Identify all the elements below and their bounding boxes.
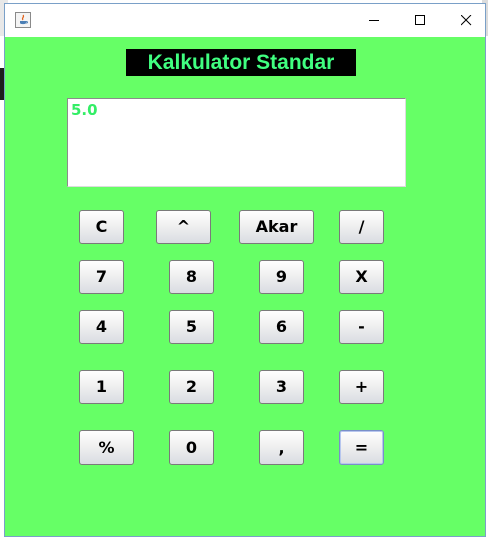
multiply-button[interactable]: X [339,260,384,294]
digit-3-button[interactable]: 3 [259,370,304,404]
calculator-panel: Kalkulator Standar 5.0 C ^ Akar / 7 8 9 … [5,37,485,536]
maximize-icon [415,15,425,25]
percent-button[interactable]: % [79,430,134,465]
calculator-window: Kalkulator Standar 5.0 C ^ Akar / 7 8 9 … [4,3,486,537]
digit-2-button[interactable]: 2 [169,370,214,404]
minus-button[interactable]: - [339,310,384,344]
divide-button[interactable]: / [339,210,384,244]
digit-7-button[interactable]: 7 [79,260,124,294]
sqrt-button[interactable]: Akar [239,210,314,244]
digit-5-button[interactable]: 5 [169,310,214,344]
close-icon [461,15,472,26]
java-icon[interactable] [15,12,31,28]
comma-button[interactable]: , [259,430,304,465]
result-display[interactable]: 5.0 [67,98,406,187]
page-title: Kalkulator Standar [126,49,356,76]
maximize-button[interactable] [397,4,443,36]
minimize-icon [369,20,379,21]
digit-0-button[interactable]: 0 [169,430,214,465]
title-bar[interactable] [5,4,485,37]
digit-6-button[interactable]: 6 [259,310,304,344]
minimize-button[interactable] [351,4,397,36]
digit-9-button[interactable]: 9 [259,260,304,294]
digit-4-button[interactable]: 4 [79,310,124,344]
plus-button[interactable]: + [339,370,384,404]
equals-button[interactable]: = [339,430,384,465]
digit-1-button[interactable]: 1 [79,370,124,404]
close-button[interactable] [443,4,488,36]
clear-button[interactable]: C [79,210,124,244]
power-button[interactable]: ^ [156,210,211,244]
digit-8-button[interactable]: 8 [169,260,214,294]
